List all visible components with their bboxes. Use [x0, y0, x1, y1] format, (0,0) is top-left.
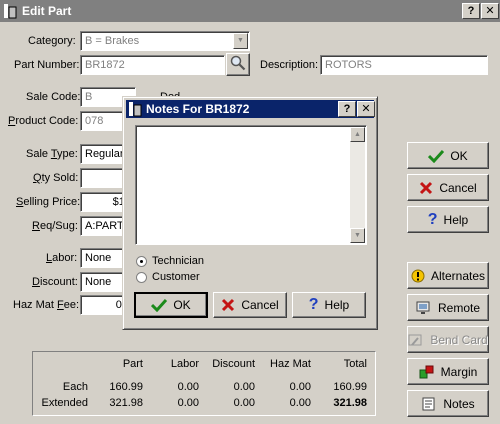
app-icon — [3, 3, 17, 19]
dialog-close-button[interactable]: ✕ — [357, 101, 375, 117]
notes-dialog: Notes For BR1872 ? ✕ ▲ ▼ Technician Cust… — [122, 96, 378, 330]
sale-type-label: Sale Type: — [26, 148, 78, 160]
summary-row-label: Extended — [41, 397, 88, 409]
question-icon: ? — [308, 296, 319, 313]
alternates-button[interactable]: Alternates — [407, 262, 489, 289]
notes-icon — [421, 397, 437, 411]
main-titlebar: Edit Part ? ✕ — [0, 0, 500, 22]
checkmark-icon — [151, 298, 168, 312]
dialog-help-button[interactable]: ? — [338, 101, 356, 117]
ok-button[interactable]: OK — [407, 142, 489, 169]
qty-sold-label: Qty Sold: — [33, 172, 79, 184]
notes-dialog-title: Notes For BR1872 — [146, 102, 250, 116]
labor-label: Labor: — [46, 252, 78, 264]
red-x-icon — [221, 298, 235, 312]
bend-card-label: Bend Card — [430, 332, 488, 347]
ok-label: OK — [450, 148, 468, 163]
bend-card-icon — [408, 333, 424, 347]
summary-col-haz-mat: Haz Mat — [270, 358, 311, 370]
haz-mat-fee-label: Haz Mat Fee: — [13, 299, 80, 311]
cancel-button[interactable]: Cancel — [407, 174, 489, 201]
summary-col-labor: Labor — [170, 358, 199, 370]
sale-code-label: Sale Code: — [26, 91, 81, 103]
product-code-value: 078 — [85, 115, 104, 127]
summary-cell: 321.98 — [109, 397, 143, 409]
summary-cell: 160.99 — [109, 381, 143, 393]
price-summary: Part Labor Discount Haz Mat Total Each 1… — [32, 351, 376, 416]
margin-icon — [419, 365, 435, 379]
cancel-label: Cancel — [439, 180, 477, 195]
red-x-icon — [419, 181, 433, 195]
window-title: Edit Part — [22, 4, 72, 18]
discount-label: Discount: — [32, 276, 78, 288]
summary-cell: 0.00 — [289, 397, 311, 409]
req-sug-label: Req/Sug: — [32, 220, 78, 232]
notes-button[interactable]: Notes — [407, 390, 489, 417]
description-field[interactable]: ROTORS — [320, 55, 488, 75]
magnifier-icon — [230, 55, 246, 74]
alternates-label: Alternates — [430, 268, 486, 283]
part-number-value: BR1872 — [85, 59, 125, 71]
category-label: Category: — [28, 35, 76, 47]
margin-label: Margin — [440, 364, 478, 379]
scroll-up-icon[interactable]: ▲ — [350, 127, 365, 142]
summary-cell: 0.00 — [233, 397, 255, 409]
dialog-cancel-label: Cancel — [241, 298, 279, 312]
dialog-app-icon — [128, 101, 142, 117]
part-search-button[interactable] — [226, 53, 250, 76]
dialog-help-label: Help — [324, 298, 350, 312]
scroll-down-icon[interactable]: ▼ — [350, 228, 365, 243]
selling-price-label: Selling Price: — [16, 196, 81, 208]
remote-label: Remote — [437, 300, 481, 315]
summary-extended-total: 321.98 — [333, 397, 367, 409]
titlebar-close-button[interactable]: ✕ — [481, 3, 499, 19]
sale-code-value: B — [85, 91, 93, 103]
summary-cell: 160.99 — [333, 381, 367, 393]
part-number-label: Part Number: — [14, 59, 80, 71]
summary-col-discount: Discount — [212, 358, 255, 370]
alert-icon — [411, 269, 425, 283]
summary-col-part: Part — [122, 358, 143, 370]
notes-dialog-titlebar: Notes For BR1872 ? ✕ — [126, 100, 375, 118]
category-select[interactable]: B = Brakes ▼ — [80, 31, 250, 51]
part-number-field[interactable]: BR1872 — [80, 55, 225, 75]
customer-radio[interactable] — [136, 272, 147, 283]
help-button[interactable]: ? Help — [407, 206, 489, 233]
remote-button[interactable]: Remote — [407, 294, 489, 321]
product-code-label: Product Code: — [8, 115, 79, 127]
bend-card-button[interactable]: Bend Card — [407, 326, 489, 353]
chevron-down-icon[interactable]: ▼ — [233, 33, 248, 49]
summary-col-total: Total — [343, 358, 367, 370]
technician-label: Technician — [152, 255, 204, 267]
summary-cell: 0.00 — [177, 397, 199, 409]
summary-row-label: Each — [62, 381, 88, 393]
dialog-cancel-button[interactable]: Cancel — [213, 292, 287, 318]
notes-textarea[interactable]: ▲ ▼ — [135, 125, 367, 245]
category-value: B = Brakes — [85, 35, 140, 47]
help-label: Help — [443, 212, 469, 227]
question-icon: ? — [427, 210, 438, 228]
technician-radio[interactable] — [136, 256, 147, 267]
titlebar-help-button[interactable]: ? — [462, 3, 480, 19]
summary-cell: 0.00 — [233, 381, 255, 393]
dialog-ok-label: OK — [173, 298, 191, 312]
discount-value: None — [85, 276, 112, 288]
description-label: Description: — [260, 59, 319, 71]
customer-label: Customer — [152, 271, 200, 283]
req-sug-value: A:PART — [85, 220, 124, 232]
sale-type-value: Regular — [85, 148, 124, 160]
labor-value: None — [85, 252, 112, 264]
summary-cell: 0.00 — [289, 381, 311, 393]
margin-button[interactable]: Margin — [407, 358, 489, 385]
dialog-help-btn[interactable]: ? Help — [292, 292, 366, 318]
notes-label: Notes — [443, 396, 475, 411]
description-value: ROTORS — [325, 59, 372, 71]
dialog-ok-button[interactable]: OK — [134, 292, 208, 318]
remote-icon — [416, 301, 432, 315]
notes-scrollbar[interactable]: ▲ ▼ — [350, 127, 365, 243]
summary-cell: 0.00 — [177, 381, 199, 393]
checkmark-icon — [428, 149, 445, 163]
